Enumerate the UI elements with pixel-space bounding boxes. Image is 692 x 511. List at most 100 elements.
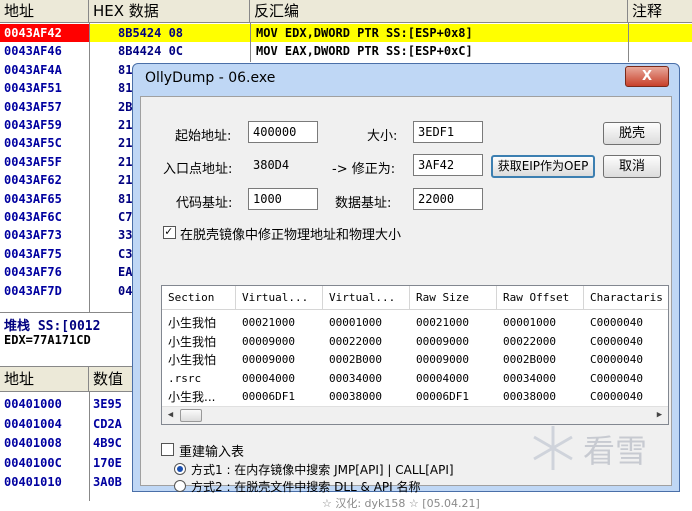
- disasm-hex[interactable]: 33: [118, 226, 132, 244]
- table-cell: 00006DF1: [242, 390, 295, 403]
- disasm-address[interactable]: 0043AF6C: [4, 208, 62, 226]
- disasm-hex[interactable]: 21: [118, 153, 132, 171]
- column-divider: [628, 22, 629, 62]
- dump-value[interactable]: CD2A: [93, 415, 122, 433]
- disasm-hex[interactable]: 04: [118, 282, 132, 300]
- get-eip-as-oep-button[interactable]: 获取EIP作为OEP: [491, 155, 595, 178]
- disasm-hex[interactable]: 21: [118, 134, 132, 152]
- disasm-address[interactable]: 0043AF7D: [4, 282, 62, 300]
- disasm-instruction[interactable]: MOV EDX,DWORD PTR SS:[ESP+0x8]: [256, 24, 473, 42]
- table-cell: .rsrc: [168, 371, 202, 385]
- section-column-header[interactable]: Raw Size: [410, 286, 497, 310]
- table-cell: 小生我...: [168, 390, 216, 404]
- section-column-header[interactable]: Section: [162, 286, 236, 310]
- disasm-address[interactable]: 0043AF73: [4, 226, 62, 244]
- cancel-button[interactable]: 取消: [603, 155, 661, 178]
- table-cell: 00034000: [329, 371, 382, 385]
- disasm-hex[interactable]: 81: [118, 190, 132, 208]
- table-cell: 00009000: [416, 334, 469, 348]
- disasm-hex[interactable]: EA: [118, 263, 132, 281]
- disasm-address[interactable]: 0043AF76: [4, 263, 62, 281]
- section-column-header[interactable]: Virtual...: [236, 286, 323, 310]
- disasm-address[interactable]: 0043AF75: [4, 245, 62, 263]
- scrollbar-thumb[interactable]: [180, 409, 202, 422]
- table-cell: 00022000: [503, 334, 556, 348]
- table-cell: 小生我怕: [168, 334, 217, 349]
- col-header-hex[interactable]: HEX 数据: [89, 0, 250, 22]
- disasm-hex[interactable]: 81: [118, 61, 132, 79]
- table-row[interactable]: 小生我怕 00009000 00022000 00009000 00022000 C000…: [162, 333, 668, 351]
- dump-value[interactable]: 4B9C: [93, 434, 122, 452]
- column-divider: [250, 22, 251, 62]
- fix-raw-checkbox[interactable]: [163, 224, 176, 239]
- code-base-input[interactable]: 1000: [248, 188, 318, 210]
- table-cell: 0002B000: [329, 353, 382, 366]
- dialog-titlebar[interactable]: OllyDump - 06.exe X: [133, 64, 679, 94]
- table-cell: C0000040: [590, 316, 643, 329]
- disasm-address[interactable]: 0043AF51: [4, 79, 62, 97]
- disasm-address[interactable]: 0043AF5F: [4, 153, 62, 171]
- disasm-hex[interactable]: 21: [118, 116, 132, 134]
- table-cell: 00009000: [242, 353, 295, 366]
- disasm-instruction[interactable]: MOV EAX,DWORD PTR SS:[ESP+0xC]: [256, 42, 473, 60]
- col-header-comment[interactable]: 注释: [628, 0, 692, 22]
- modify-to-label: -> 修正为:: [332, 162, 396, 177]
- disasm-address[interactable]: 0043AF65: [4, 190, 62, 208]
- disasm-address[interactable]: 0043AF62: [4, 171, 62, 189]
- disasm-hex[interactable]: 8B5424 08: [118, 24, 183, 42]
- table-cell: C0000040: [590, 390, 643, 403]
- section-column-header[interactable]: Virtual...: [323, 286, 410, 310]
- code-base-label: 代码基址:: [176, 196, 233, 211]
- disasm-hex[interactable]: C7: [118, 208, 132, 226]
- dump-address[interactable]: 00401010: [4, 473, 62, 491]
- dump-value[interactable]: 170E: [93, 454, 122, 472]
- dump-address[interactable]: 00401004: [4, 415, 62, 433]
- data-base-input[interactable]: 22000: [413, 188, 483, 210]
- method2-label: 方式2 : 在脱壳文件中搜索 DLL & API 名称: [191, 480, 421, 494]
- disasm-hex[interactable]: 81: [118, 79, 132, 97]
- dump-button[interactable]: 脱壳: [603, 122, 661, 145]
- disasm-hex[interactable]: C3: [118, 245, 132, 263]
- data-base-label: 数据基址:: [335, 196, 392, 211]
- scroll-left-icon[interactable]: ◀: [162, 407, 179, 424]
- table-row[interactable]: 小生我怕 00009000 0002B000 00009000 0002B000 C000…: [162, 351, 668, 369]
- disasm-address[interactable]: 0043AF59: [4, 116, 62, 134]
- modify-oep-input[interactable]: 3AF42: [413, 154, 483, 176]
- size-label: 大小:: [367, 129, 398, 144]
- dump-address[interactable]: 0040100C: [4, 454, 62, 472]
- disasm-address[interactable]: 0043AF42: [4, 24, 62, 42]
- section-table: Section Virtual... Virtual... Raw Size Raw O…: [161, 285, 669, 425]
- table-cell: 00004000: [242, 371, 295, 385]
- col-header-address[interactable]: 地址: [0, 0, 89, 22]
- disasm-address[interactable]: 0043AF46: [4, 42, 62, 60]
- disasm-address[interactable]: 0043AF5C: [4, 134, 62, 152]
- table-row[interactable]: 小生我怕 00021000 00001000 00021000 00001000 C000…: [162, 314, 668, 332]
- table-cell: 00021000: [416, 316, 469, 329]
- dump-address[interactable]: 00401008: [4, 434, 62, 452]
- dump-address[interactable]: 00401000: [4, 395, 62, 413]
- stack-line: 堆栈 SS:[0012: [4, 319, 101, 334]
- table-cell: 0002B000: [503, 353, 556, 366]
- method1-radio[interactable]: [174, 463, 186, 475]
- dump-col-address[interactable]: 地址: [0, 367, 89, 391]
- table-row[interactable]: .rsrc 00004000 00034000 00004000 00034000 C00…: [162, 370, 668, 388]
- dump-value[interactable]: 3A0B: [93, 473, 122, 491]
- disasm-address[interactable]: 0043AF4A: [4, 61, 62, 79]
- memory-dump-pane: 地址 数值 00401000 3E95 00401004 CD2A 00401008 4B…: [0, 366, 140, 501]
- disasm-hex[interactable]: 2B: [118, 98, 132, 116]
- table-row[interactable]: 小生我... 00006DF1 00038000 00006DF1 00038000 C0…: [162, 388, 668, 406]
- rebuild-import-checkbox[interactable]: [161, 443, 174, 456]
- col-header-disasm[interactable]: 反汇编: [250, 0, 628, 22]
- method2-radio[interactable]: [174, 480, 186, 492]
- disasm-address[interactable]: 0043AF57: [4, 98, 62, 116]
- section-column-header[interactable]: Raw Offset: [497, 286, 584, 310]
- close-button[interactable]: X: [625, 66, 669, 87]
- section-column-header[interactable]: Charactaris: [584, 286, 668, 310]
- table-cell: 00004000: [416, 371, 469, 385]
- size-input[interactable]: 3EDF1: [413, 121, 483, 143]
- start-address-input[interactable]: 400000: [248, 121, 318, 143]
- table-cell: C0000040: [590, 334, 643, 348]
- dump-value[interactable]: 3E95: [93, 395, 122, 413]
- disasm-hex[interactable]: 8B4424 0C: [118, 42, 183, 60]
- disasm-hex[interactable]: 21: [118, 171, 132, 189]
